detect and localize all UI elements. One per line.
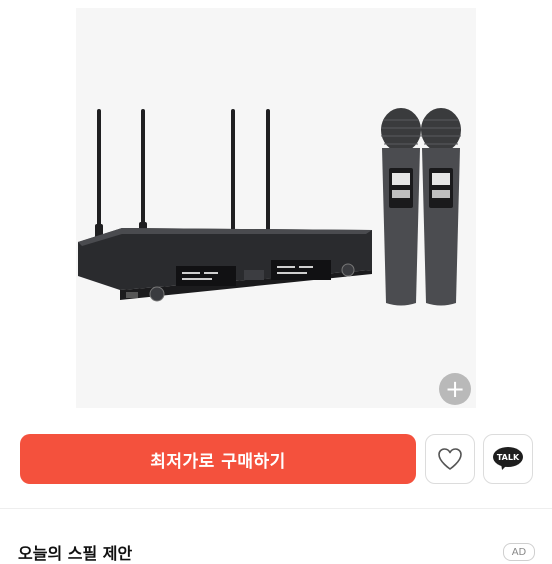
wireless-microphone-set-illustration (78, 108, 461, 306)
kakao-talk-button[interactable]: TALK (483, 434, 533, 484)
product-image[interactable] (76, 8, 476, 408)
section-divider (0, 508, 552, 509)
image-zoom-button[interactable]: + (439, 373, 471, 405)
buy-lowest-price-button[interactable]: 최저가로 구매하기 (20, 434, 416, 484)
talk-bubble-tail (499, 463, 509, 470)
heart-icon (438, 448, 462, 470)
section-title: 오늘의 스필 제안 (18, 544, 133, 563)
buy-button-label: 최저가로 구매하기 (150, 451, 286, 472)
plus-icon: + (444, 375, 466, 403)
ad-badge: AD (503, 543, 535, 561)
talk-bubble-icon: TALK (493, 447, 523, 471)
wishlist-button[interactable] (425, 434, 475, 484)
